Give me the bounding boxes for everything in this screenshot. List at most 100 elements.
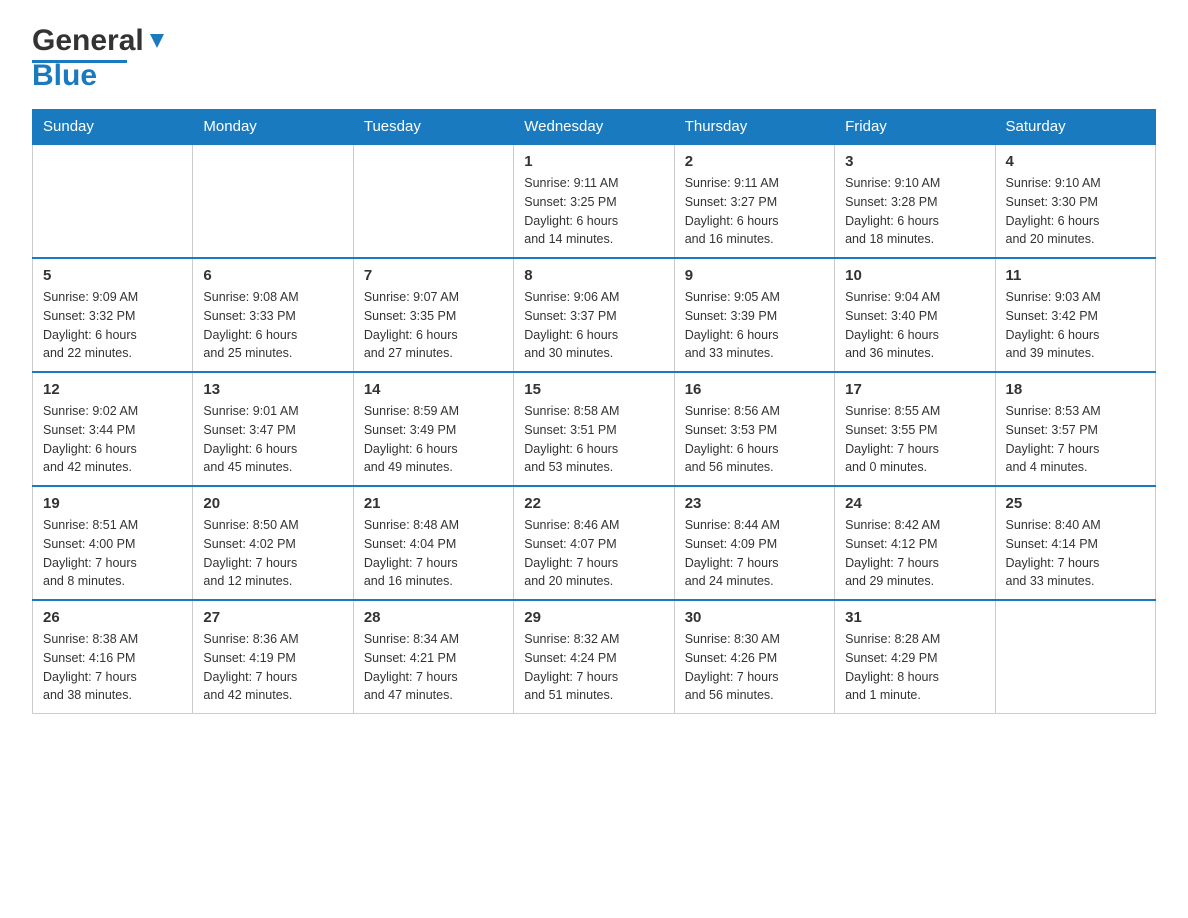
calendar-week-row: 5 Sunrise: 9:09 AM Sunset: 3:32 PM Daylig… <box>33 258 1156 372</box>
day-number: 15 <box>524 381 663 398</box>
day-info: Sunrise: 8:53 AM Sunset: 3:57 PM Dayligh… <box>1006 402 1145 477</box>
day-info: Sunrise: 8:59 AM Sunset: 3:49 PM Dayligh… <box>364 402 503 477</box>
day-info: Sunrise: 8:44 AM Sunset: 4:09 PM Dayligh… <box>685 516 824 591</box>
calendar-cell: 4 Sunrise: 9:10 AM Sunset: 3:30 PM Daylig… <box>995 144 1155 258</box>
day-info: Sunrise: 9:05 AM Sunset: 3:39 PM Dayligh… <box>685 288 824 363</box>
day-info: Sunrise: 8:38 AM Sunset: 4:16 PM Dayligh… <box>43 630 182 705</box>
calendar-week-row: 26 Sunrise: 8:38 AM Sunset: 4:16 PM Dayli… <box>33 600 1156 714</box>
day-info: Sunrise: 8:58 AM Sunset: 3:51 PM Dayligh… <box>524 402 663 477</box>
logo-general: General <box>32 24 144 58</box>
day-number: 14 <box>364 381 503 398</box>
logo-triangle-icon <box>146 30 168 52</box>
calendar-cell: 21 Sunrise: 8:48 AM Sunset: 4:04 PM Dayli… <box>353 486 513 600</box>
day-info: Sunrise: 9:11 AM Sunset: 3:25 PM Dayligh… <box>524 174 663 249</box>
day-number: 31 <box>845 609 984 626</box>
day-number: 26 <box>43 609 182 626</box>
day-info: Sunrise: 8:51 AM Sunset: 4:00 PM Dayligh… <box>43 516 182 591</box>
calendar-cell: 18 Sunrise: 8:53 AM Sunset: 3:57 PM Dayli… <box>995 372 1155 486</box>
calendar-cell: 28 Sunrise: 8:34 AM Sunset: 4:21 PM Dayli… <box>353 600 513 714</box>
day-number: 16 <box>685 381 824 398</box>
day-number: 27 <box>203 609 342 626</box>
calendar-cell: 20 Sunrise: 8:50 AM Sunset: 4:02 PM Dayli… <box>193 486 353 600</box>
day-info: Sunrise: 8:32 AM Sunset: 4:24 PM Dayligh… <box>524 630 663 705</box>
day-number: 20 <box>203 495 342 512</box>
calendar-cell <box>995 600 1155 714</box>
day-number: 7 <box>364 267 503 284</box>
day-info: Sunrise: 9:02 AM Sunset: 3:44 PM Dayligh… <box>43 402 182 477</box>
day-number: 17 <box>845 381 984 398</box>
calendar-cell: 9 Sunrise: 9:05 AM Sunset: 3:39 PM Daylig… <box>674 258 834 372</box>
page-header: General Blue <box>32 24 1156 93</box>
day-number: 28 <box>364 609 503 626</box>
day-info: Sunrise: 9:09 AM Sunset: 3:32 PM Dayligh… <box>43 288 182 363</box>
calendar-cell: 7 Sunrise: 9:07 AM Sunset: 3:35 PM Daylig… <box>353 258 513 372</box>
day-number: 4 <box>1006 153 1145 170</box>
calendar-cell <box>353 144 513 258</box>
day-info: Sunrise: 8:55 AM Sunset: 3:55 PM Dayligh… <box>845 402 984 477</box>
calendar-cell: 14 Sunrise: 8:59 AM Sunset: 3:49 PM Dayli… <box>353 372 513 486</box>
day-info: Sunrise: 8:56 AM Sunset: 3:53 PM Dayligh… <box>685 402 824 477</box>
calendar-cell: 11 Sunrise: 9:03 AM Sunset: 3:42 PM Dayli… <box>995 258 1155 372</box>
day-info: Sunrise: 8:30 AM Sunset: 4:26 PM Dayligh… <box>685 630 824 705</box>
calendar-cell: 16 Sunrise: 8:56 AM Sunset: 3:53 PM Dayli… <box>674 372 834 486</box>
calendar-cell: 30 Sunrise: 8:30 AM Sunset: 4:26 PM Dayli… <box>674 600 834 714</box>
calendar-header-monday: Monday <box>193 110 353 145</box>
calendar-week-row: 19Sunrise: 8:51 AM Sunset: 4:00 PM Dayli… <box>33 486 1156 600</box>
day-number: 12 <box>43 381 182 398</box>
calendar-header-saturday: Saturday <box>995 110 1155 145</box>
calendar-cell: 27 Sunrise: 8:36 AM Sunset: 4:19 PM Dayli… <box>193 600 353 714</box>
calendar-cell: 23 Sunrise: 8:44 AM Sunset: 4:09 PM Dayli… <box>674 486 834 600</box>
logo: General Blue <box>32 24 168 93</box>
day-number: 21 <box>364 495 503 512</box>
calendar-cell: 2Sunrise: 9:11 AM Sunset: 3:27 PM Daylig… <box>674 144 834 258</box>
calendar-cell: 1Sunrise: 9:11 AM Sunset: 3:25 PM Daylig… <box>514 144 674 258</box>
calendar-cell: 15 Sunrise: 8:58 AM Sunset: 3:51 PM Dayli… <box>514 372 674 486</box>
day-number: 23 <box>685 495 824 512</box>
calendar-cell: 31Sunrise: 8:28 AM Sunset: 4:29 PM Dayli… <box>835 600 995 714</box>
day-number: 25 <box>1006 495 1145 512</box>
day-info: Sunrise: 8:46 AM Sunset: 4:07 PM Dayligh… <box>524 516 663 591</box>
calendar-cell: 8Sunrise: 9:06 AM Sunset: 3:37 PM Daylig… <box>514 258 674 372</box>
day-number: 18 <box>1006 381 1145 398</box>
day-info: Sunrise: 9:07 AM Sunset: 3:35 PM Dayligh… <box>364 288 503 363</box>
calendar-cell: 12 Sunrise: 9:02 AM Sunset: 3:44 PM Dayli… <box>33 372 193 486</box>
day-number: 3 <box>845 153 984 170</box>
day-number: 13 <box>203 381 342 398</box>
day-info: Sunrise: 8:34 AM Sunset: 4:21 PM Dayligh… <box>364 630 503 705</box>
day-info: Sunrise: 9:08 AM Sunset: 3:33 PM Dayligh… <box>203 288 342 363</box>
day-number: 9 <box>685 267 824 284</box>
day-info: Sunrise: 9:10 AM Sunset: 3:30 PM Dayligh… <box>1006 174 1145 249</box>
day-info: Sunrise: 8:40 AM Sunset: 4:14 PM Dayligh… <box>1006 516 1145 591</box>
day-info: Sunrise: 8:50 AM Sunset: 4:02 PM Dayligh… <box>203 516 342 591</box>
day-number: 29 <box>524 609 663 626</box>
logo-blue: Blue <box>32 59 97 93</box>
calendar-header-friday: Friday <box>835 110 995 145</box>
calendar-header-thursday: Thursday <box>674 110 834 145</box>
calendar-header-sunday: Sunday <box>33 110 193 145</box>
day-info: Sunrise: 9:03 AM Sunset: 3:42 PM Dayligh… <box>1006 288 1145 363</box>
calendar-cell: 29 Sunrise: 8:32 AM Sunset: 4:24 PM Dayli… <box>514 600 674 714</box>
calendar-cell: 5 Sunrise: 9:09 AM Sunset: 3:32 PM Daylig… <box>33 258 193 372</box>
calendar-cell: 22 Sunrise: 8:46 AM Sunset: 4:07 PM Dayli… <box>514 486 674 600</box>
calendar-week-row: 1Sunrise: 9:11 AM Sunset: 3:25 PM Daylig… <box>33 144 1156 258</box>
calendar-cell <box>33 144 193 258</box>
day-info: Sunrise: 8:36 AM Sunset: 4:19 PM Dayligh… <box>203 630 342 705</box>
day-number: 30 <box>685 609 824 626</box>
day-number: 24 <box>845 495 984 512</box>
calendar-cell: 10 Sunrise: 9:04 AM Sunset: 3:40 PM Dayli… <box>835 258 995 372</box>
calendar-header-tuesday: Tuesday <box>353 110 513 145</box>
calendar-cell: 26 Sunrise: 8:38 AM Sunset: 4:16 PM Dayli… <box>33 600 193 714</box>
day-number: 10 <box>845 267 984 284</box>
day-number: 11 <box>1006 267 1145 284</box>
calendar-header-wednesday: Wednesday <box>514 110 674 145</box>
calendar-cell: 17 Sunrise: 8:55 AM Sunset: 3:55 PM Dayli… <box>835 372 995 486</box>
day-number: 8 <box>524 267 663 284</box>
calendar-cell: 13Sunrise: 9:01 AM Sunset: 3:47 PM Dayli… <box>193 372 353 486</box>
calendar-cell: 25 Sunrise: 8:40 AM Sunset: 4:14 PM Dayli… <box>995 486 1155 600</box>
day-number: 5 <box>43 267 182 284</box>
day-number: 22 <box>524 495 663 512</box>
day-info: Sunrise: 9:04 AM Sunset: 3:40 PM Dayligh… <box>845 288 984 363</box>
calendar-cell: 19Sunrise: 8:51 AM Sunset: 4:00 PM Dayli… <box>33 486 193 600</box>
day-info: Sunrise: 8:48 AM Sunset: 4:04 PM Dayligh… <box>364 516 503 591</box>
day-info: Sunrise: 8:42 AM Sunset: 4:12 PM Dayligh… <box>845 516 984 591</box>
